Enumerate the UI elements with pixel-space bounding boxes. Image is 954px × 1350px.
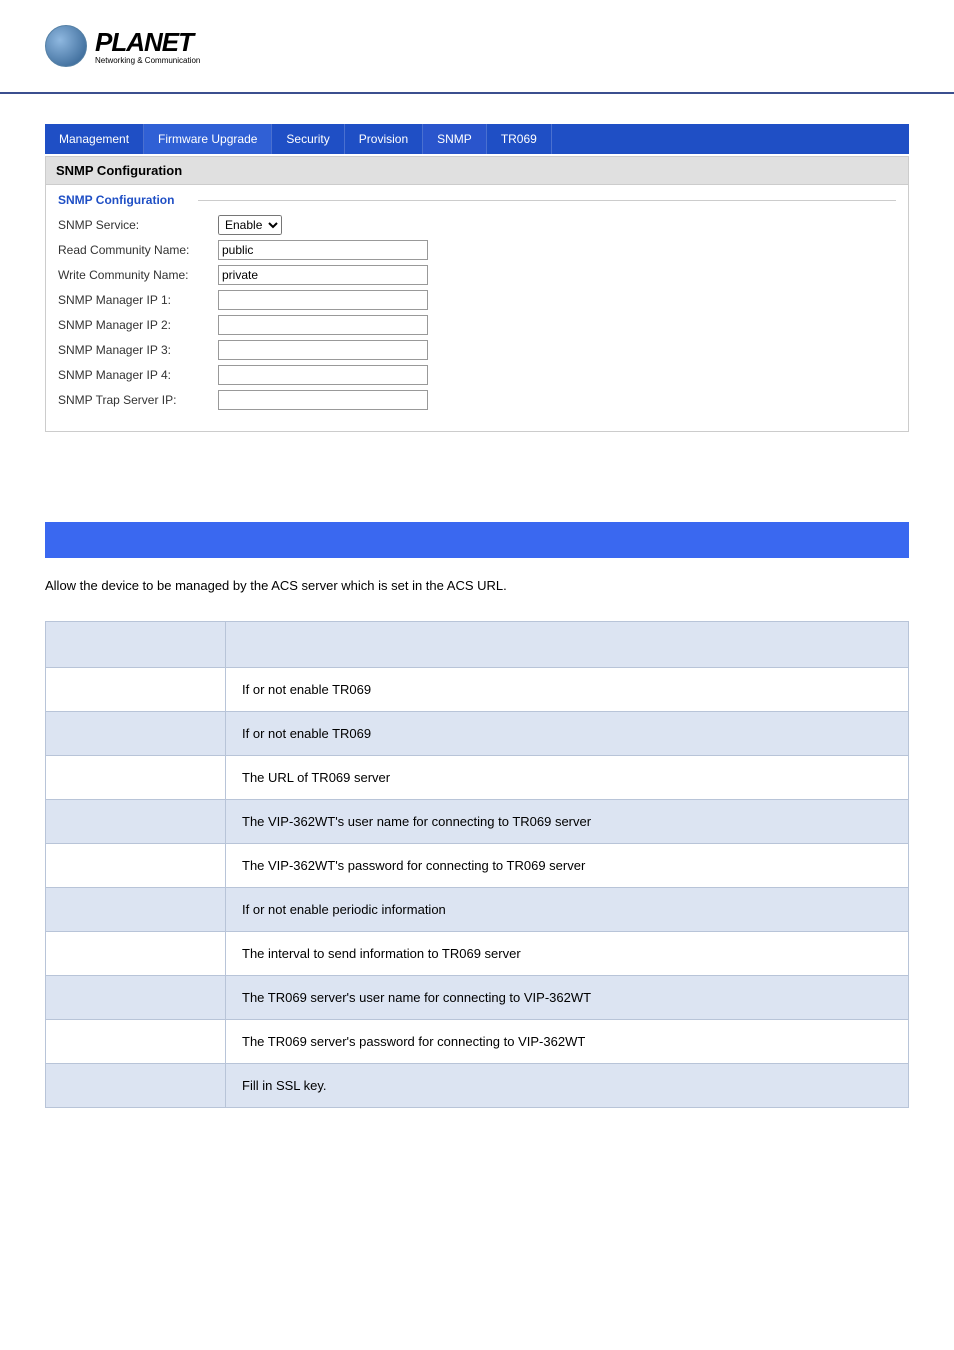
cell-field [46, 976, 226, 1020]
cell-desc: If or not enable TR069 [226, 712, 909, 756]
logo-tagline: Networking & Communication [95, 56, 200, 65]
cell-desc: The VIP-362WT's password for connecting … [226, 844, 909, 888]
input-mgr-ip2[interactable] [218, 315, 428, 335]
cell-field [46, 844, 226, 888]
row-mgr-ip1: SNMP Manager IP 1: [58, 290, 896, 310]
tr069-table: If or not enable TR069 If or not enable … [45, 621, 909, 1108]
table-row: The interval to send information to TR06… [46, 932, 909, 976]
table-header-desc [226, 622, 909, 668]
table-row: The VIP-362WT's user name for connecting… [46, 800, 909, 844]
tab-security[interactable]: Security [272, 124, 344, 154]
label-read-community: Read Community Name: [58, 243, 218, 257]
tab-bar: Management Firmware Upgrade Security Pro… [45, 124, 909, 154]
logo: PLANET Networking & Communication [45, 25, 954, 67]
snmp-config-panel: SNMP Configuration SNMP Service: Enable … [45, 185, 909, 432]
logo-brand: PLANET [95, 27, 200, 58]
cell-desc: The interval to send information to TR06… [226, 932, 909, 976]
label-trap-server: SNMP Trap Server IP: [58, 393, 218, 407]
cell-field [46, 800, 226, 844]
logo-globe-icon [45, 25, 87, 67]
snmp-legend: SNMP Configuration [58, 193, 896, 207]
table-row: The TR069 server's password for connecti… [46, 1020, 909, 1064]
tab-snmp[interactable]: SNMP [423, 124, 487, 154]
tab-tr069[interactable]: TR069 [487, 124, 552, 154]
cell-desc: The TR069 server's password for connecti… [226, 1020, 909, 1064]
label-mgr-ip2: SNMP Manager IP 2: [58, 318, 218, 332]
row-write-community: Write Community Name: [58, 265, 896, 285]
cell-desc: The VIP-362WT's user name for connecting… [226, 800, 909, 844]
cell-desc: Fill in SSL key. [226, 1064, 909, 1108]
table-row: The TR069 server's user name for connect… [46, 976, 909, 1020]
tr069-section-bar [45, 522, 909, 558]
table-row: Fill in SSL key. [46, 1064, 909, 1108]
row-mgr-ip3: SNMP Manager IP 3: [58, 340, 896, 360]
cell-field [46, 1020, 226, 1064]
row-snmp-service: SNMP Service: Enable [58, 215, 896, 235]
label-mgr-ip1: SNMP Manager IP 1: [58, 293, 218, 307]
cell-field [46, 668, 226, 712]
table-row: If or not enable TR069 [46, 712, 909, 756]
cell-desc: The URL of TR069 server [226, 756, 909, 800]
tab-provision[interactable]: Provision [345, 124, 423, 154]
cell-field [46, 1064, 226, 1108]
label-mgr-ip3: SNMP Manager IP 3: [58, 343, 218, 357]
tab-firmware-upgrade[interactable]: Firmware Upgrade [144, 124, 272, 154]
cell-desc: If or not enable periodic information [226, 888, 909, 932]
cell-field [46, 712, 226, 756]
input-write-community[interactable] [218, 265, 428, 285]
snmp-config-title: SNMP Configuration [45, 156, 909, 185]
table-header-row [46, 622, 909, 668]
cell-desc: If or not enable TR069 [226, 668, 909, 712]
cell-field [46, 888, 226, 932]
table-row: If or not enable TR069 [46, 668, 909, 712]
tab-management[interactable]: Management [45, 124, 144, 154]
select-snmp-service[interactable]: Enable [218, 215, 282, 235]
row-read-community: Read Community Name: [58, 240, 896, 260]
table-row: If or not enable periodic information [46, 888, 909, 932]
row-mgr-ip2: SNMP Manager IP 2: [58, 315, 896, 335]
label-snmp-service: SNMP Service: [58, 218, 218, 232]
input-mgr-ip4[interactable] [218, 365, 428, 385]
header-divider [0, 92, 954, 94]
label-write-community: Write Community Name: [58, 268, 218, 282]
input-mgr-ip1[interactable] [218, 290, 428, 310]
logo-text: PLANET Networking & Communication [95, 27, 200, 65]
input-trap-server[interactable] [218, 390, 428, 410]
row-trap-server: SNMP Trap Server IP: [58, 390, 896, 410]
row-mgr-ip4: SNMP Manager IP 4: [58, 365, 896, 385]
header-logo: PLANET Networking & Communication [0, 0, 954, 82]
label-mgr-ip4: SNMP Manager IP 4: [58, 368, 218, 382]
cell-field [46, 756, 226, 800]
table-row: The URL of TR069 server [46, 756, 909, 800]
table-row: The VIP-362WT's password for connecting … [46, 844, 909, 888]
input-read-community[interactable] [218, 240, 428, 260]
cell-desc: The TR069 server's user name for connect… [226, 976, 909, 1020]
cell-field [46, 932, 226, 976]
table-header-field [46, 622, 226, 668]
input-mgr-ip3[interactable] [218, 340, 428, 360]
tr069-description: Allow the device to be managed by the AC… [45, 578, 909, 593]
